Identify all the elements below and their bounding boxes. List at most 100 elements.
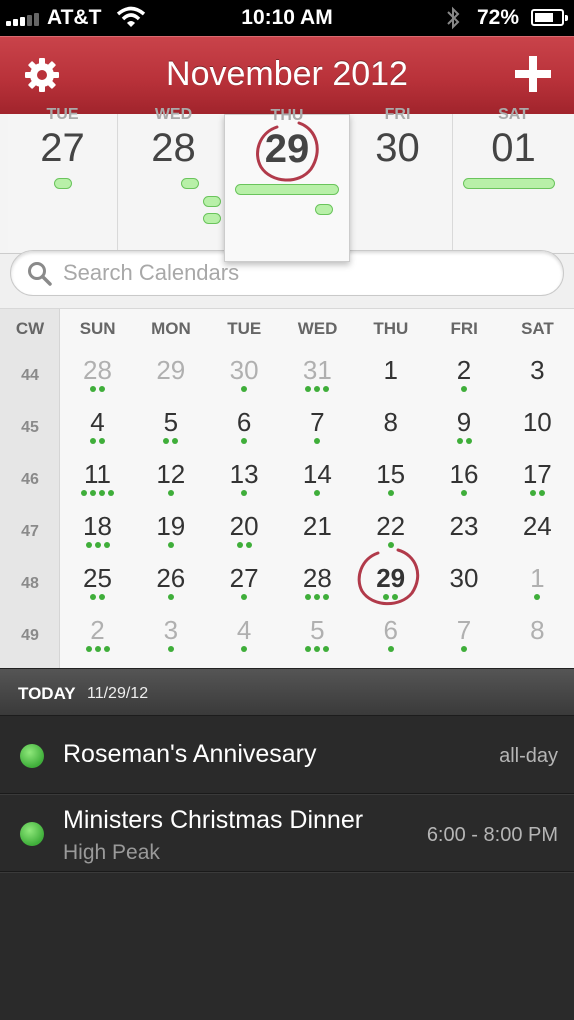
day-number: 14 <box>302 459 332 489</box>
day-number: 13 <box>229 459 259 489</box>
event-dot <box>241 386 248 392</box>
event-dot <box>81 490 87 496</box>
event-dot <box>314 438 321 444</box>
event-dots <box>281 386 354 393</box>
event-dot <box>85 646 92 652</box>
day-cell[interactable]: 18 <box>61 503 134 555</box>
event-location: High Peak <box>63 841 160 864</box>
calendar-color-dot <box>20 744 44 768</box>
day-cell[interactable]: 13 <box>208 451 281 503</box>
bluetooth-icon <box>447 6 460 30</box>
day-cell[interactable]: 27 <box>208 555 281 607</box>
week-day-wed[interactable]: WED 28 <box>119 106 229 252</box>
day-cell[interactable]: 28 <box>61 347 134 399</box>
day-cell[interactable]: 3 <box>501 347 574 399</box>
day-cell[interactable]: 25 <box>61 555 134 607</box>
event-dot <box>167 646 174 652</box>
day-cell[interactable]: 21 <box>281 503 354 555</box>
event-dots <box>501 542 574 549</box>
event-dot <box>305 594 312 600</box>
day-cell[interactable]: 8 <box>501 607 574 659</box>
day-number: 4 <box>236 615 252 645</box>
day-cell[interactable]: 8 <box>354 399 427 451</box>
event-dots <box>208 438 281 445</box>
day-cell[interactable]: 28 <box>281 555 354 607</box>
day-cell[interactable]: 5 <box>134 399 207 451</box>
event-dot <box>103 542 110 548</box>
event-dot <box>241 594 248 600</box>
day-cell[interactable]: 2 <box>61 607 134 659</box>
week-day-thu-selected[interactable]: THU 29 <box>224 107 350 262</box>
day-cell[interactable]: 14 <box>281 451 354 503</box>
week-day-fri[interactable]: FRI 30 <box>343 106 453 252</box>
plus-icon[interactable] <box>512 53 554 95</box>
day-number: 5 <box>163 407 179 437</box>
day-cell[interactable]: 30 <box>428 555 501 607</box>
day-cell[interactable]: 15 <box>354 451 427 503</box>
day-cell[interactable]: 30 <box>208 347 281 399</box>
day-cell[interactable]: 31 <box>281 347 354 399</box>
day-number: 27 <box>229 563 259 593</box>
day-number: 28 <box>302 563 332 593</box>
week-day-tue[interactable]: TUE 27 <box>8 106 118 252</box>
day-cell[interactable]: 10 <box>501 399 574 451</box>
search-bar <box>0 250 574 308</box>
day-number: 3 <box>530 355 545 385</box>
day-cell[interactable]: 1 <box>354 347 427 399</box>
day-number: 16 <box>449 459 479 489</box>
day-cell[interactable]: 16 <box>428 451 501 503</box>
event-dots <box>428 438 501 445</box>
day-cell[interactable]: 4 <box>208 607 281 659</box>
day-cell[interactable]: 26 <box>134 555 207 607</box>
event-dot <box>99 386 105 392</box>
event-dots <box>61 490 134 497</box>
day-number: 5 <box>310 615 325 645</box>
weekday-name: SAT <box>498 106 529 123</box>
event-dots <box>501 386 574 393</box>
event-row[interactable]: Roseman's Annivesary all-day <box>0 716 574 794</box>
agenda-header: TODAY 11/29/12 <box>0 668 574 716</box>
agenda-list: Roseman's Annivesary all-day Ministers C… <box>0 716 574 1020</box>
event-row[interactable]: Ministers Christmas Dinner High Peak 6:0… <box>0 794 574 872</box>
day-cell[interactable]: 3 <box>134 607 207 659</box>
day-cell[interactable]: 6 <box>208 399 281 451</box>
event-dots <box>501 646 574 653</box>
event-dots <box>134 594 207 601</box>
event-dot <box>538 490 545 496</box>
day-cell[interactable]: 6 <box>354 607 427 659</box>
day-number: 30 <box>229 355 259 385</box>
day-cell[interactable]: 17 <box>501 451 574 503</box>
day-cell[interactable]: 29 <box>134 347 207 399</box>
page-title[interactable]: November 2012 <box>0 55 574 94</box>
day-number: 6 <box>383 615 398 645</box>
event-dots <box>61 438 134 445</box>
day-cell[interactable]: 7 <box>428 607 501 659</box>
day-cell[interactable]: 9 <box>428 399 501 451</box>
event-dot <box>108 490 114 496</box>
day-cell[interactable]: 11 <box>61 451 134 503</box>
day-cell[interactable]: 12 <box>134 451 207 503</box>
event-time: 6:00 - 8:00 PM <box>426 824 558 846</box>
calendar-week-number: 48 <box>21 575 39 592</box>
event-dots <box>428 646 501 653</box>
week-day-sat[interactable]: SAT 01 <box>453 106 574 252</box>
day-cell[interactable]: 22 <box>354 503 427 555</box>
event-dots <box>354 646 427 653</box>
day-cell[interactable]: 4 <box>61 399 134 451</box>
day-cell[interactable]: 24 <box>501 503 574 555</box>
day-cell[interactable]: 19 <box>134 503 207 555</box>
day-cell[interactable]: 5 <box>281 607 354 659</box>
event-dot <box>323 646 330 652</box>
day-cell[interactable]: 20 <box>208 503 281 555</box>
day-cell[interactable]: 7 <box>281 399 354 451</box>
day-cell-today[interactable]: 29 <box>354 548 427 607</box>
day-number: 1 <box>383 355 398 385</box>
event-dot <box>103 646 110 652</box>
day-number: 31 <box>302 355 332 385</box>
weekday-number: 30 <box>375 126 420 170</box>
day-cell[interactable]: 23 <box>428 503 501 555</box>
event-dots <box>354 490 427 497</box>
event-dots <box>354 438 427 445</box>
day-cell[interactable]: 2 <box>428 347 501 399</box>
day-cell[interactable]: 1 <box>501 555 574 607</box>
